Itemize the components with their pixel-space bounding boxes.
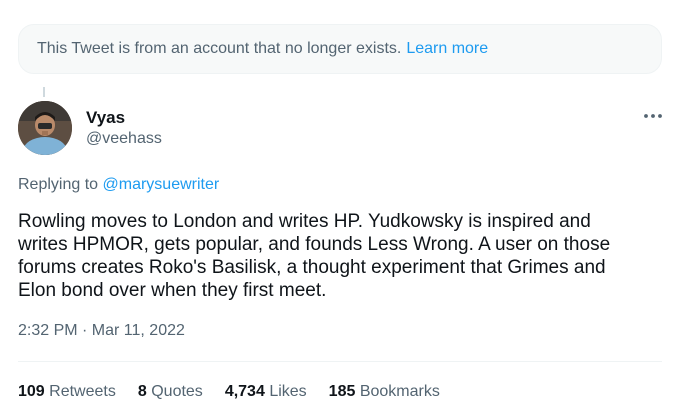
retweets-count: 109 <box>18 383 45 400</box>
bookmarks-count: 185 <box>328 383 356 400</box>
likes-label: Likes <box>269 383 307 400</box>
quotes-count: 8 <box>137 383 147 400</box>
thread-connector-line <box>43 87 45 97</box>
tweet-text-line: Rowling moves to London and writes HP. Y… <box>18 211 591 232</box>
quotes-label: Quotes <box>151 383 203 400</box>
tweet-text: Rowling moves to London and writes HP. Y… <box>18 210 658 302</box>
likes-stat[interactable]: 4,734 Likes <box>225 383 307 401</box>
mention-link[interactable]: @marysuewriter <box>103 176 220 193</box>
replying-to-label: Replying to <box>18 176 99 193</box>
likes-count: 4,734 <box>224 383 265 400</box>
avatar[interactable] <box>18 101 72 155</box>
more-options-button[interactable] <box>638 104 668 128</box>
tweet-text-line: Elon bond over when they first meet. <box>18 280 327 301</box>
bookmarks-stat[interactable]: 185 Bookmarks <box>329 383 440 401</box>
deleted-account-notice: This Tweet is from an account that no lo… <box>18 24 662 74</box>
tweet-text-line: forums creates Roko's Basilisk, a though… <box>18 257 606 278</box>
quotes-stat[interactable]: 8 Quotes <box>138 383 203 401</box>
replying-to: Replying to @marysuewriter <box>18 176 219 194</box>
bookmarks-label: Bookmarks <box>359 383 440 400</box>
tweet-text-line: writes HPMOR, gets popular, and founds L… <box>18 234 611 255</box>
tweet-timestamp[interactable]: 2:32 PM · Mar 11, 2022 <box>18 322 185 340</box>
more-horizontal-icon <box>644 114 662 118</box>
avatar-photo <box>18 101 72 155</box>
author-handle[interactable]: @veehass <box>86 130 162 148</box>
author-name[interactable]: Vyas <box>86 108 125 128</box>
learn-more-link[interactable]: Learn more <box>406 40 488 58</box>
retweets-label: Retweets <box>49 383 116 400</box>
engagement-stats: 109 Retweets 8 Quotes 4,734 Likes 185 Bo… <box>18 383 462 401</box>
divider <box>18 361 662 362</box>
retweets-stat[interactable]: 109 Retweets <box>18 383 116 401</box>
notice-text: This Tweet is from an account that no lo… <box>37 40 402 57</box>
